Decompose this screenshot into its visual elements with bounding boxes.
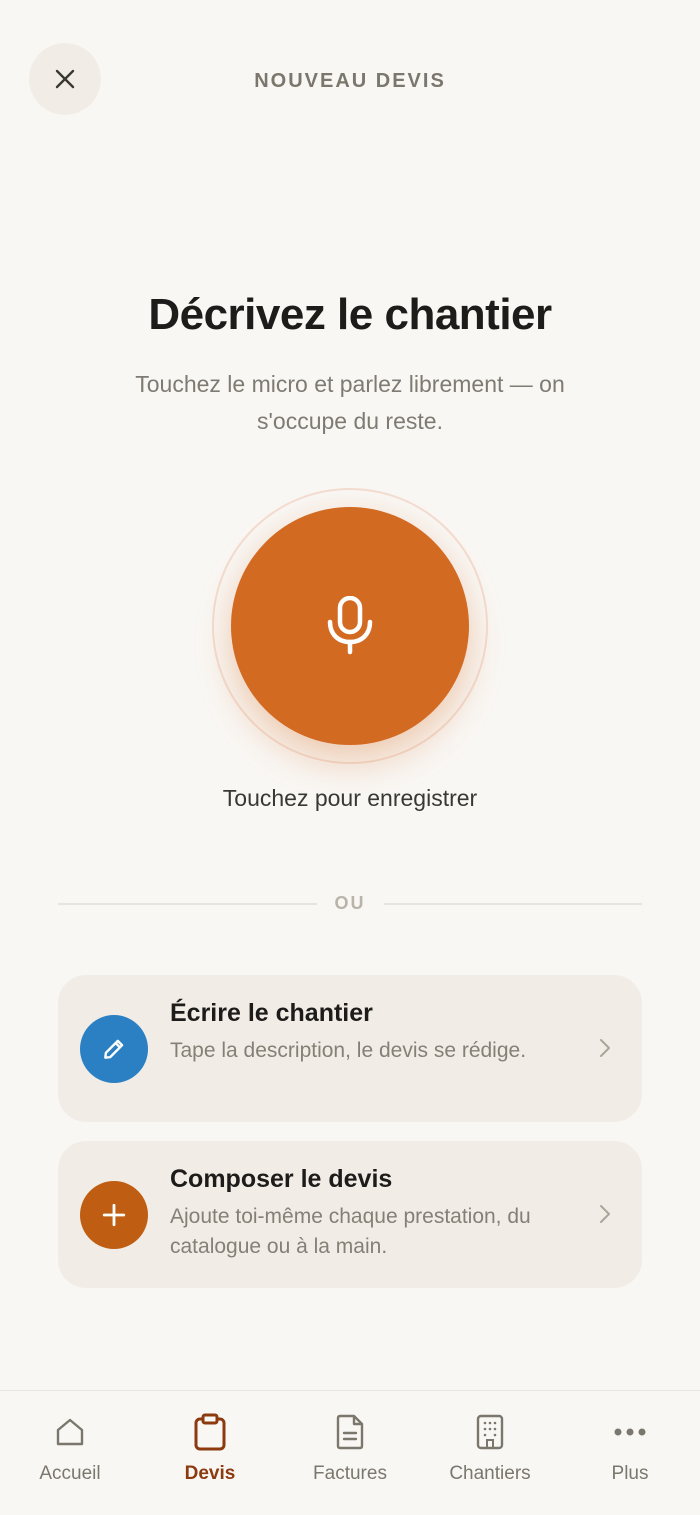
document-icon xyxy=(336,1414,364,1450)
write-site-option[interactable]: Écrire le chantier Tape la description, … xyxy=(58,975,642,1122)
new-quote-screen: NOUVEAU DEVIS Décrivez le chantier Touch… xyxy=(0,0,700,1515)
record-button[interactable] xyxy=(231,507,469,745)
compose-option-title: Composer le devis xyxy=(170,1165,393,1193)
nav-label-home: Accueil xyxy=(39,1463,101,1484)
compose-option-icon-circle xyxy=(80,1181,148,1249)
more-icon xyxy=(614,1428,646,1436)
nav-item-sites[interactable]: Chantiers xyxy=(420,1391,560,1515)
nav-label-invoices: Factures xyxy=(313,1463,387,1484)
nav-label-quotes: Devis xyxy=(184,1463,236,1484)
pencil-icon xyxy=(104,1039,124,1059)
clipboard-icon xyxy=(194,1413,226,1451)
write-option-icon-circle xyxy=(80,1015,148,1083)
nav-item-quotes[interactable]: Devis xyxy=(140,1391,280,1515)
or-divider: OU xyxy=(58,893,642,914)
write-option-title: Écrire le chantier xyxy=(170,999,373,1027)
record-caption: Touchez pour enregistrer xyxy=(222,785,478,811)
plus-icon xyxy=(102,1203,126,1227)
compose-quote-option[interactable]: Composer le devis Ajoute toi-même chaque… xyxy=(58,1141,642,1288)
nav-item-invoices[interactable]: Factures xyxy=(280,1391,420,1515)
nav-label-sites: Chantiers xyxy=(449,1463,531,1484)
chevron-right-icon xyxy=(600,1039,610,1057)
hero-title: Décrivez le chantier xyxy=(148,290,552,339)
nav-label-more: Plus xyxy=(611,1463,649,1484)
compose-option-description: Ajoute toi-même chaque prestation, du ca… xyxy=(170,1205,531,1258)
write-option-description: Tape la description, le devis se rédige. xyxy=(170,1039,527,1062)
chevron-right-icon xyxy=(600,1205,610,1223)
hero-subtitle: Touchez le micro et parlez librement — o… xyxy=(135,371,565,434)
divider-line-right xyxy=(383,902,642,905)
microphone-icon xyxy=(327,596,373,655)
nav-item-home[interactable]: Accueil xyxy=(0,1391,140,1515)
divider-line-left xyxy=(58,902,317,905)
bottom-nav: Accueil Devis Factures Chantiers Plus xyxy=(0,1390,700,1515)
page-title: NOUVEAU DEVIS xyxy=(254,70,446,92)
divider-label: OU xyxy=(334,893,366,913)
building-icon xyxy=(476,1414,504,1450)
home-icon xyxy=(56,1418,84,1446)
nav-item-more[interactable]: Plus xyxy=(560,1391,700,1515)
